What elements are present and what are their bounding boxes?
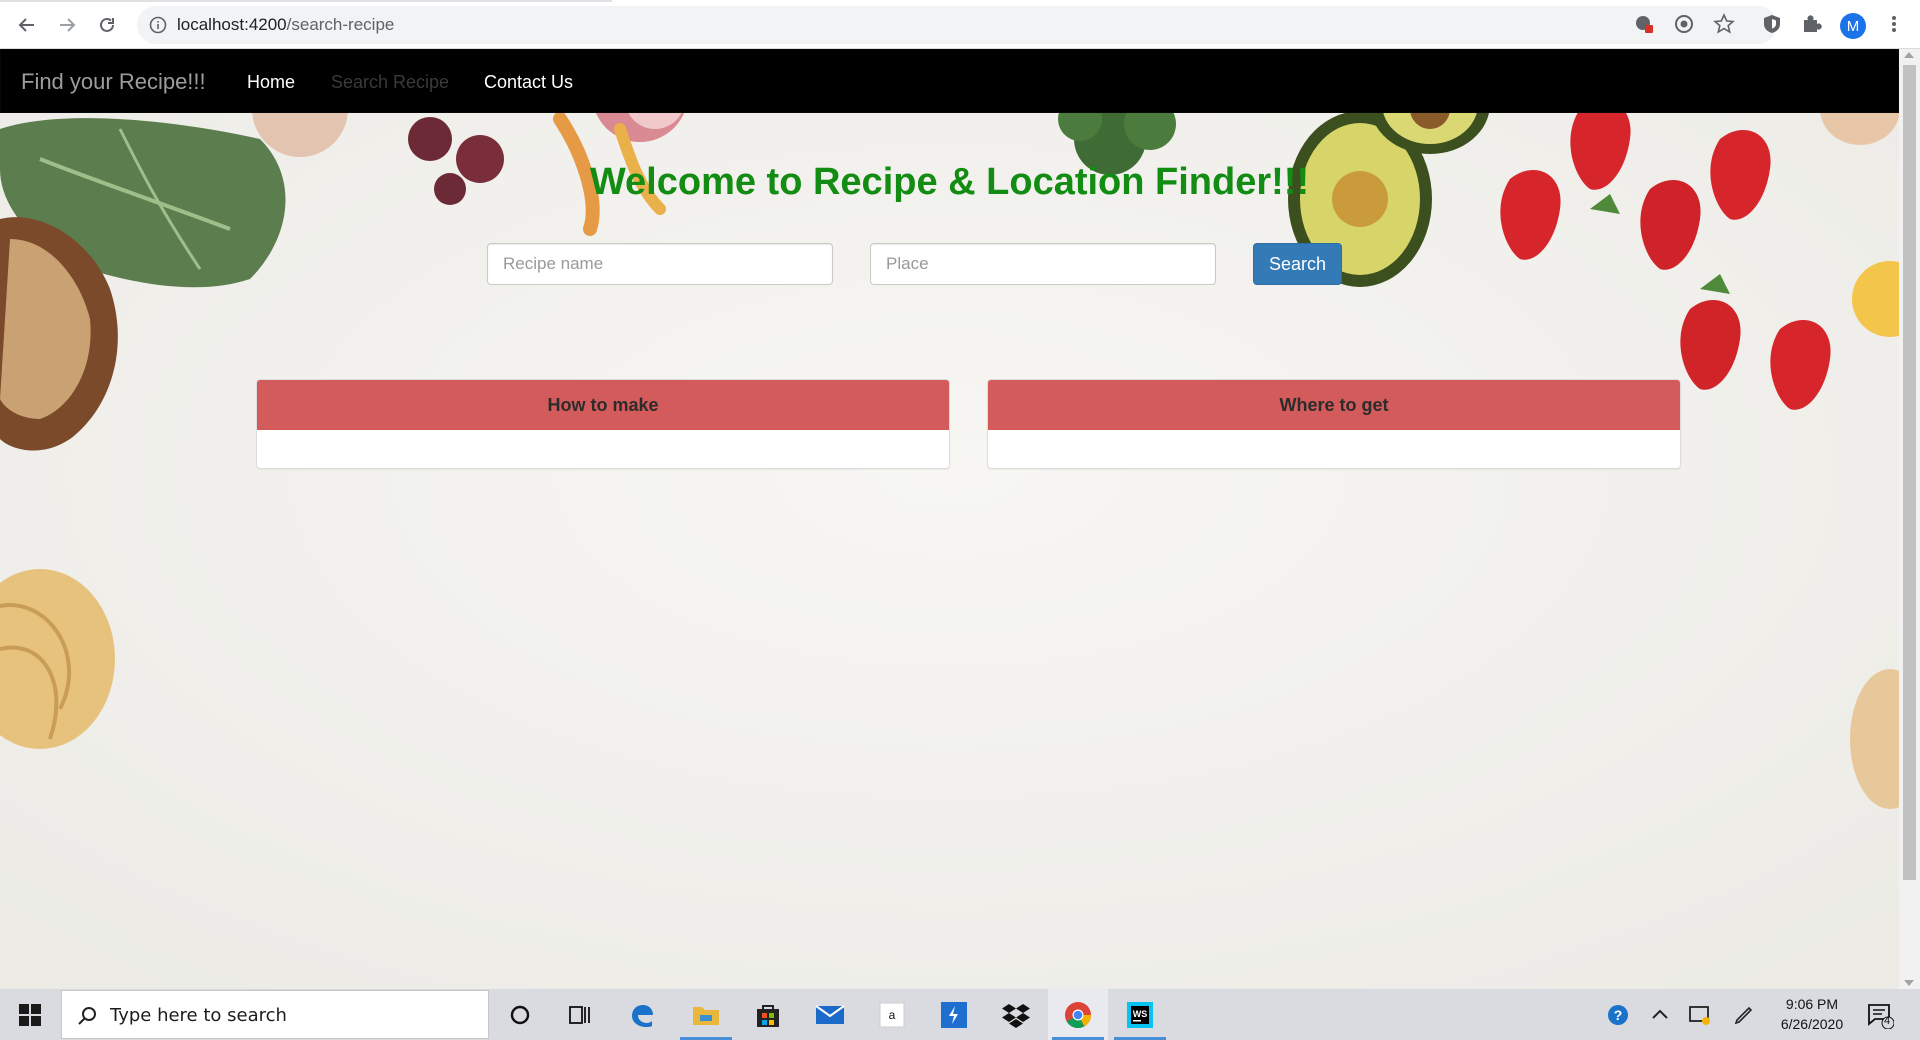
how-to-make-panel: How to make [256,379,950,469]
task-view-button[interactable] [550,989,610,1040]
page-title: Welcome to Recipe & Location Finder!!! [589,161,1310,203]
svg-text:WS: WS [1133,1009,1148,1019]
reload-button[interactable] [90,8,124,42]
webstorm-icon: WS [1127,1001,1153,1028]
nav-link-home[interactable]: Home [247,72,295,93]
store-bag-icon [757,1004,779,1027]
search-icon [78,1007,96,1025]
back-button[interactable] [10,8,44,42]
info-icon[interactable] [149,16,167,34]
cortana-icon [510,1005,530,1024]
vertical-scrollbar[interactable] [1899,49,1920,989]
chrome-icon [1065,1001,1092,1028]
dropbox-icon [1002,1003,1030,1028]
task-view-icon [569,1005,590,1024]
forward-button[interactable] [50,8,84,42]
panel-heading: How to make [257,380,949,430]
chevron-up-icon[interactable] [1648,1003,1672,1027]
loading-bar [0,0,612,2]
pen-icon[interactable] [1732,1003,1756,1027]
place-input[interactable] [870,243,1216,285]
folder-icon [693,1006,719,1025]
store-taskbar-button[interactable] [738,989,798,1040]
address-bar[interactable]: localhost:4200/search-recipe [137,6,1777,44]
clock-date: 6/26/2020 [1780,1016,1844,1032]
clock-time: 9:06 PM [1785,996,1839,1012]
amazon-icon: a [879,1002,905,1027]
puzzle-icon[interactable] [1800,13,1822,35]
url-text: localhost:4200/search-recipe [177,15,394,35]
amazon-taskbar-button[interactable]: a [862,989,922,1040]
url-host: localhost:4200 [177,15,287,34]
page-viewport: Find your Recipe!!! Home Search Recipe C… [0,49,1899,989]
reload-icon [100,17,114,32]
target-icon[interactable] [1673,13,1695,35]
nav-link-contact-us[interactable]: Contact Us [484,72,573,93]
shield-icon[interactable] [1761,13,1783,35]
taskbar-search-placeholder: Type here to search [110,1005,287,1026]
dropbox-taskbar-button[interactable] [986,989,1046,1040]
star-icon[interactable] [1713,13,1735,35]
help-icon[interactable]: ? [1607,1003,1631,1027]
edge-icon [632,1004,653,1027]
recipe-name-input[interactable] [487,243,833,285]
windows-taskbar: Type here to search a WS ? 9:06 PM 6/26/… [0,989,1920,1040]
cortana-button[interactable] [490,989,550,1040]
chrome-taskbar-button[interactable] [1048,989,1108,1040]
svg-text:?: ? [1614,1007,1623,1023]
lightning-app-icon [941,1001,967,1028]
mail-taskbar-button[interactable] [800,989,860,1040]
url-path: /search-recipe [286,15,395,34]
mail-icon [815,1004,845,1024]
edge-taskbar-button[interactable] [612,989,672,1040]
svg-text:a: a [889,1008,896,1022]
app-taskbar-button[interactable] [924,989,984,1040]
arrow-left-icon [18,18,34,32]
notification-center-button[interactable]: 4 [1866,1001,1895,1030]
browser-toolbar: localhost:4200/search-recipe M [0,0,1920,49]
app-navbar: Find your Recipe!!! Home Search Recipe C… [0,49,1899,113]
arrow-right-icon [60,18,76,32]
blocked-cookies-icon[interactable] [1633,13,1655,35]
scroll-down-icon[interactable] [1904,980,1914,986]
more-vert-icon[interactable] [1883,13,1905,35]
avatar[interactable]: M [1840,13,1866,39]
brand-link[interactable]: Find your Recipe!!! [21,69,206,95]
search-button[interactable]: Search [1253,243,1342,285]
scroll-up-icon[interactable] [1904,52,1914,58]
system-clock[interactable]: 9:06 PM 6/26/2020 [1762,994,1862,1034]
where-to-get-panel: Where to get [987,379,1681,469]
taskbar-search-box[interactable]: Type here to search [61,990,489,1039]
webstorm-taskbar-button[interactable]: WS [1110,989,1170,1040]
scrollbar-thumb[interactable] [1903,65,1916,880]
file-explorer-taskbar-button[interactable] [676,989,736,1040]
display-sync-icon[interactable] [1688,1003,1712,1027]
nav-link-search-recipe[interactable]: Search Recipe [331,72,449,93]
notification-count-badge: 4 [1884,1015,1891,1027]
start-button[interactable] [0,989,60,1040]
windows-logo-icon [19,1003,41,1026]
panel-heading: Where to get [988,380,1680,430]
